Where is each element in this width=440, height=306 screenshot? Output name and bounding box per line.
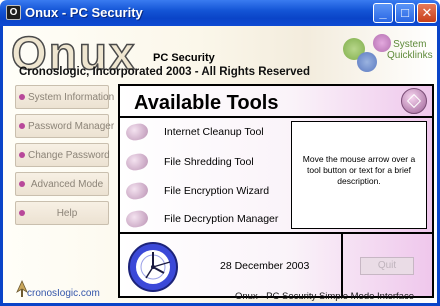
tools-panel: Available Tools Internet Cleanup Tool Fi… bbox=[118, 84, 434, 298]
internet-cleanup-tool-button[interactable]: Internet Cleanup Tool bbox=[124, 121, 289, 144]
maximize-button[interactable]: □ bbox=[395, 3, 415, 23]
nav-label: Help bbox=[56, 208, 78, 219]
bullet-icon bbox=[19, 181, 25, 187]
bullet-icon bbox=[19, 94, 25, 100]
quit-button[interactable]: Quit bbox=[360, 257, 414, 275]
copyright-text: Cronoslogic, Incorporated 2003 - All Rig… bbox=[19, 66, 310, 78]
change-password-button[interactable]: Change Password bbox=[15, 143, 110, 167]
tool-label: File Shredding Tool bbox=[164, 156, 254, 168]
bullet-icon bbox=[19, 210, 25, 216]
quicklinks-label: System Quicklinks bbox=[387, 39, 433, 61]
pebble-icon bbox=[124, 151, 150, 173]
help-button[interactable]: Help bbox=[15, 201, 109, 225]
nav-label: Advanced Mode bbox=[30, 179, 104, 190]
gem-icon bbox=[401, 88, 427, 114]
pebble-icon bbox=[124, 208, 150, 230]
minimize-button[interactable]: _ bbox=[373, 3, 393, 23]
product-name: PC Security bbox=[153, 52, 215, 64]
description-box: Move the mouse arrow over a tool button … bbox=[291, 121, 427, 229]
status-text: Onux - PC Security Simple Mode Interface bbox=[235, 291, 414, 302]
file-decryption-manager-button[interactable]: File Decryption Manager bbox=[124, 208, 289, 231]
bullet-icon bbox=[19, 152, 25, 158]
close-button[interactable]: ✕ bbox=[417, 3, 437, 23]
panel-title: Available Tools bbox=[134, 92, 279, 114]
system-information-button[interactable]: System Information bbox=[15, 85, 115, 109]
tool-label: File Decryption Manager bbox=[164, 213, 279, 225]
nav-label: System Information bbox=[28, 92, 115, 103]
quicklinks-line-2: Quicklinks bbox=[387, 50, 433, 61]
tool-label: File Encryption Wizard bbox=[164, 185, 270, 197]
password-manager-button[interactable]: Password Manager bbox=[15, 114, 115, 138]
tool-label: Internet Cleanup Tool bbox=[164, 126, 264, 138]
clock-icon bbox=[128, 242, 178, 292]
file-encryption-wizard-button[interactable]: File Encryption Wizard bbox=[124, 180, 289, 203]
divider bbox=[120, 232, 432, 234]
divider bbox=[341, 232, 343, 296]
nav-label: Change Password bbox=[28, 150, 110, 161]
system-quicklinks[interactable]: System Quicklinks bbox=[343, 34, 433, 74]
gear-icon bbox=[357, 52, 377, 72]
title-bar[interactable]: O Onux - PC Security _ □ ✕ bbox=[0, 0, 440, 26]
pebble-icon bbox=[124, 121, 150, 143]
client-area: Onux PC Security Cronoslogic, Incorporat… bbox=[3, 26, 437, 303]
bullet-icon bbox=[19, 123, 25, 129]
advanced-mode-button[interactable]: Advanced Mode bbox=[15, 172, 109, 196]
file-shredding-tool-button[interactable]: File Shredding Tool bbox=[124, 151, 289, 174]
divider bbox=[120, 116, 432, 118]
pebble-icon bbox=[124, 180, 150, 202]
current-date: 28 December 2003 bbox=[220, 260, 310, 272]
window-frame: Onux PC Security Cronoslogic, Incorporat… bbox=[0, 26, 440, 306]
cronoslogic-link[interactable]: cronosIogic.com bbox=[27, 288, 100, 299]
onux-app-icon[interactable]: O bbox=[6, 5, 21, 20]
nav-label: Password Manager bbox=[28, 121, 115, 132]
quicklinks-line-1: System bbox=[393, 39, 427, 50]
window-title: Onux - PC Security bbox=[25, 5, 143, 20]
